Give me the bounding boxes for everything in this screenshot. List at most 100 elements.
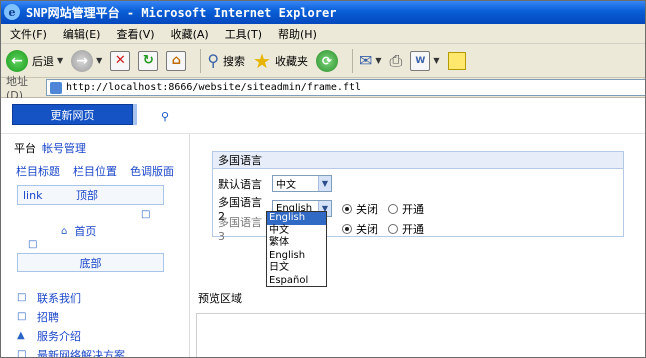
address-input[interactable]: http://localhost:8666/website/siteadmin/… (46, 79, 646, 96)
dropdown-option[interactable]: 中文 (267, 225, 326, 238)
back-button[interactable]: ← 后退 ▼ (6, 49, 63, 72)
layout-top[interactable]: 顶部 (76, 187, 98, 203)
window-title: SNP网站管理平台 - Microsoft Internet Explorer (26, 5, 337, 20)
panel-title: 多国语言 (213, 152, 623, 169)
print-icon: ⎙ (389, 50, 403, 70)
dropdown-option[interactable]: 日文 (267, 262, 326, 275)
refresh-button[interactable]: ↻ (138, 50, 159, 71)
favorites-button[interactable]: ★ 收藏夹 (253, 51, 308, 71)
forward-dropdown-icon[interactable]: ▼ (96, 56, 102, 65)
toolbar-separator (200, 48, 202, 73)
radio-checked-icon (342, 223, 352, 234)
nav-item-contact[interactable]: □ 联系我们 (17, 288, 125, 307)
color-layout-link[interactable]: 色调版面 (130, 163, 174, 179)
mail-dropdown-icon[interactable]: ▼ (375, 56, 381, 65)
platform-row: 平台 帐号管理 (14, 140, 86, 156)
history-button[interactable]: ⟳ (315, 49, 338, 72)
home-icon: ⌂ (61, 225, 68, 237)
edit-dropdown-icon[interactable]: ▼ (433, 56, 439, 65)
browser-toolbar: ← 后退 ▼ → ▼ ✕ ↻ ⌂ ⚲ 搜索 ★ 收藏夹 ⟳ ✉ ▼ ⎙ W ▼ (0, 44, 646, 78)
layout-footer-box[interactable]: 底部 (17, 253, 164, 272)
print-button[interactable]: ⎙ (390, 51, 403, 71)
nav-label: 服务介绍 (37, 329, 81, 343)
section-links: 栏目标题 栏目位置 色调版面 (16, 163, 174, 179)
dropdown-option[interactable]: English (267, 212, 326, 225)
stop-icon: ✕ (110, 50, 131, 71)
search-label: 搜索 (223, 54, 246, 68)
page-icon: □ (17, 291, 27, 303)
mail-button[interactable]: ✉ ▼ (359, 51, 382, 70)
nav-label: 招聘 (37, 310, 59, 324)
window-titlebar: e SNP网站管理平台 - Microsoft Internet Explore… (0, 0, 646, 24)
radio-unchecked-icon (388, 223, 398, 234)
menu-help[interactable]: 帮助(H) (278, 26, 317, 42)
home-button[interactable]: ⌂ (166, 50, 187, 71)
back-dropdown-icon[interactable]: ▼ (57, 56, 63, 65)
toolbar-separator (351, 48, 353, 73)
left-sidebar: 平台 帐号管理 栏目标题 栏目位置 色调版面 link 顶部 □ ⌂ 首页 □ … (0, 134, 190, 358)
off-label: 关闭 (356, 222, 378, 236)
page-icon: □ (17, 310, 27, 322)
folder-icon: ▲ (17, 329, 25, 341)
layout-link[interactable]: link (18, 189, 76, 202)
dropdown-option[interactable]: 繁体 (267, 237, 326, 250)
address-url: http://localhost:8666/website/siteadmin/… (66, 82, 362, 93)
ie-icon: e (4, 4, 20, 20)
notes-button[interactable] (447, 51, 466, 70)
nav-item-solutions[interactable]: □ 最新网络解决方案 (17, 345, 125, 358)
default-language-label: 默认语言 (218, 177, 262, 191)
column-title-link[interactable]: 栏目标题 (16, 163, 60, 179)
home-icon: ⌂ (166, 50, 187, 71)
page-icon[interactable]: □ (141, 209, 150, 220)
edit-button[interactable]: W ▼ (410, 50, 440, 71)
on-label: 开通 (402, 222, 424, 236)
layout-bottom[interactable]: 底部 (80, 255, 102, 271)
stop-button[interactable]: ✕ (110, 50, 131, 71)
language3-off-radio[interactable]: 关闭 (342, 221, 378, 237)
home-link[interactable]: 首页 (74, 223, 96, 239)
dropdown-option[interactable]: Español (267, 275, 326, 288)
language2-dropdown-list: English 中文 繁体 English 日文 Español (266, 211, 327, 287)
mail-icon: ✉ (358, 51, 373, 70)
nav-list: □ 联系我们 □ 招聘 ▲ 服务介绍 □ 最新网络解决方案 (17, 288, 125, 358)
account-management-link[interactable]: 帐号管理 (42, 140, 86, 156)
notes-icon (447, 51, 466, 70)
favorites-label: 收藏夹 (274, 54, 308, 68)
history-icon: ⟳ (315, 49, 338, 72)
page-icon (50, 81, 62, 94)
edit-icon: W (410, 50, 431, 71)
preview-title: 预览区域 (198, 292, 242, 305)
select-value: 中文 (276, 180, 296, 191)
nav-item-services[interactable]: ▲ 服务介绍 (17, 326, 125, 345)
default-language-row: 默认语言 中文 ▼ (218, 175, 332, 192)
layout-header-box[interactable]: link 顶部 (17, 185, 164, 205)
dropdown-option[interactable]: English (267, 250, 326, 263)
nav-item-jobs[interactable]: □ 招聘 (17, 307, 125, 326)
language3-on-radio[interactable]: 开通 (388, 221, 424, 237)
menu-favorites[interactable]: 收藏(A) (171, 26, 209, 42)
back-label: 后退 (32, 54, 54, 68)
page-icon: □ (17, 348, 27, 358)
menu-edit[interactable]: 编辑(E) (63, 26, 101, 42)
radio-unchecked-icon (388, 203, 398, 214)
favorites-star-icon: ★ (253, 48, 271, 73)
menu-file[interactable]: 文件(F) (10, 26, 47, 42)
search-icon: ⚲ (207, 51, 220, 70)
search-mini-icon[interactable]: ⚲ (161, 110, 169, 123)
nav-label: 最新网络解决方案 (37, 348, 125, 358)
search-button[interactable]: ⚲ 搜索 (207, 51, 245, 70)
page-icon[interactable]: □ (28, 239, 37, 250)
default-language-select[interactable]: 中文 ▼ (272, 175, 332, 192)
forward-button[interactable]: → ▼ (71, 49, 102, 72)
menu-tools[interactable]: 工具(T) (225, 26, 262, 42)
chevron-down-icon: ▼ (318, 176, 331, 191)
language3-label: 多国语言3 (218, 216, 262, 243)
address-bar: 地址(D) http://localhost:8666/website/site… (0, 75, 646, 102)
column-position-link[interactable]: 栏目位置 (73, 163, 117, 179)
update-page-button[interactable]: 更新网页 (12, 104, 133, 125)
home-row[interactable]: ⌂ 首页 (61, 223, 96, 239)
menu-view[interactable]: 查看(V) (116, 26, 154, 42)
nav-label: 联系我们 (37, 291, 81, 305)
radio-checked-icon (342, 203, 352, 214)
forward-arrow-icon: → (71, 49, 94, 72)
